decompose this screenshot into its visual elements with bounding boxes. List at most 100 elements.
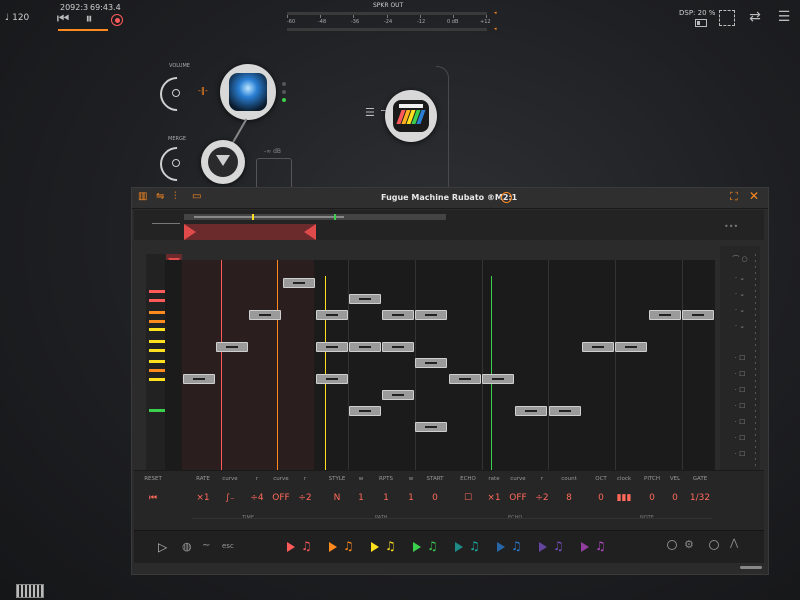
note[interactable] xyxy=(449,374,481,384)
control-label: curve xyxy=(222,476,238,482)
control-value[interactable]: ×1 xyxy=(191,493,215,503)
rewind-icon[interactable]: ⏮ xyxy=(56,11,70,27)
control-value[interactable]: 1/32 xyxy=(688,493,712,503)
track-play-icon[interactable] xyxy=(371,542,379,552)
merge-node[interactable] xyxy=(201,140,245,184)
power-main-icon[interactable] xyxy=(709,540,719,550)
note[interactable] xyxy=(216,342,248,352)
track-note-icon[interactable]: ♫ xyxy=(553,540,564,552)
routing-icon[interactable]: ⇋ xyxy=(156,191,164,202)
note[interactable] xyxy=(615,342,647,352)
piano-roll-icon[interactable]: ▥ xyxy=(138,191,147,202)
note[interactable] xyxy=(283,278,315,288)
control-value[interactable]: OFF xyxy=(269,493,293,503)
globe-icon[interactable]: ◍ xyxy=(182,540,192,553)
note[interactable] xyxy=(682,310,714,320)
power-small-icon[interactable] xyxy=(667,540,677,550)
note[interactable] xyxy=(349,342,381,352)
note[interactable] xyxy=(349,294,381,304)
resize-handle[interactable] xyxy=(740,566,762,569)
control-value[interactable]: 1 xyxy=(349,493,373,503)
control-value[interactable]: ▮▮▮ xyxy=(612,493,636,503)
audio-unit-node[interactable] xyxy=(220,64,276,120)
track-play-icon[interactable] xyxy=(413,542,421,552)
wave-icon[interactable]: ∼ xyxy=(202,540,210,551)
control-value[interactable]: ☐ xyxy=(456,493,480,503)
curve-icon[interactable] xyxy=(152,223,180,224)
note[interactable] xyxy=(582,342,614,352)
fullscreen-icon[interactable] xyxy=(719,10,735,26)
note[interactable] xyxy=(482,374,514,384)
note[interactable] xyxy=(649,310,681,320)
note[interactable] xyxy=(316,342,348,352)
track-note-icon[interactable]: ♫ xyxy=(427,540,438,552)
track-play-icon[interactable] xyxy=(581,542,589,552)
overview-timeline[interactable] xyxy=(184,214,446,220)
note[interactable] xyxy=(415,358,447,368)
pause-icon[interactable]: ⏸ xyxy=(82,11,96,27)
control-label: ECHO xyxy=(460,476,476,482)
control-value[interactable]: N xyxy=(325,493,349,503)
mixer-icon[interactable]: ⫶ xyxy=(174,191,177,202)
play-outline-icon[interactable]: ▷ xyxy=(158,540,167,554)
note[interactable] xyxy=(183,374,215,384)
note[interactable] xyxy=(382,310,414,320)
close-icon[interactable]: ✕ xyxy=(749,189,759,203)
tempo-display[interactable]: ♩ 120 xyxy=(5,13,29,23)
note[interactable] xyxy=(249,310,281,320)
control-value[interactable]: 1 xyxy=(374,493,398,503)
mixer-slot[interactable] xyxy=(256,158,292,190)
settings-icon[interactable]: ⚙ xyxy=(684,538,694,551)
control-value[interactable]: ÷4 xyxy=(245,493,269,503)
note[interactable] xyxy=(515,406,547,416)
note[interactable] xyxy=(349,406,381,416)
control-value[interactable]: 0 xyxy=(589,493,613,503)
menu-icon[interactable]: ☰ xyxy=(775,9,793,25)
control-value[interactable]: ∫₋ xyxy=(218,493,242,503)
control-value[interactable]: ⏮ xyxy=(141,493,165,503)
transport-progress xyxy=(58,29,108,31)
note-grid[interactable] xyxy=(165,260,715,472)
track-note-icon[interactable]: ♫ xyxy=(595,540,606,552)
power-icon[interactable] xyxy=(501,192,512,203)
note[interactable] xyxy=(415,310,447,320)
control-value[interactable]: ÷2 xyxy=(530,493,554,503)
track-note-icon[interactable]: ♫ xyxy=(301,540,312,552)
control-value[interactable]: OFF xyxy=(506,493,530,503)
note[interactable] xyxy=(316,310,348,320)
more-icon[interactable]: ••• xyxy=(724,222,738,231)
control-value[interactable]: ÷2 xyxy=(293,493,317,503)
folder-icon[interactable]: ▭ xyxy=(192,191,201,202)
swap-icon[interactable]: ⇄ xyxy=(746,9,764,25)
note[interactable] xyxy=(382,342,414,352)
control-value[interactable]: 0 xyxy=(640,493,664,503)
track-play-icon[interactable] xyxy=(497,542,505,552)
list-icon[interactable]: ☰ xyxy=(365,106,375,119)
note[interactable] xyxy=(316,374,348,384)
track-play-icon[interactable] xyxy=(455,542,463,552)
track-play-icon[interactable] xyxy=(329,542,337,552)
track-play-icon[interactable] xyxy=(287,542,295,552)
note[interactable] xyxy=(382,390,414,400)
loop-region[interactable] xyxy=(184,224,316,240)
note[interactable] xyxy=(415,422,447,432)
esc-button[interactable]: esc xyxy=(222,542,234,550)
fugue-app-icon xyxy=(393,100,429,132)
control-value[interactable]: 0 xyxy=(423,493,447,503)
fader-icon[interactable]: -‖- xyxy=(198,86,212,96)
track-note-icon[interactable]: ♫ xyxy=(385,540,396,552)
record-icon[interactable] xyxy=(111,14,123,26)
control-value[interactable]: 0 xyxy=(663,493,687,503)
graph-icon[interactable]: ⋀ xyxy=(730,538,738,549)
track-note-icon[interactable]: ♫ xyxy=(343,540,354,552)
keyboard-icon[interactable] xyxy=(16,584,44,598)
note[interactable] xyxy=(549,406,581,416)
track-play-icon[interactable] xyxy=(539,542,547,552)
track-note-icon[interactable]: ♫ xyxy=(511,540,522,552)
expand-icon[interactable]: ⛶ xyxy=(730,190,738,204)
fugue-machine-node[interactable] xyxy=(385,90,437,142)
track-note-icon[interactable]: ♫ xyxy=(469,540,480,552)
control-value[interactable]: 1 xyxy=(399,493,423,503)
control-value[interactable]: 8 xyxy=(557,493,581,503)
control-value[interactable]: ×1 xyxy=(482,493,506,503)
